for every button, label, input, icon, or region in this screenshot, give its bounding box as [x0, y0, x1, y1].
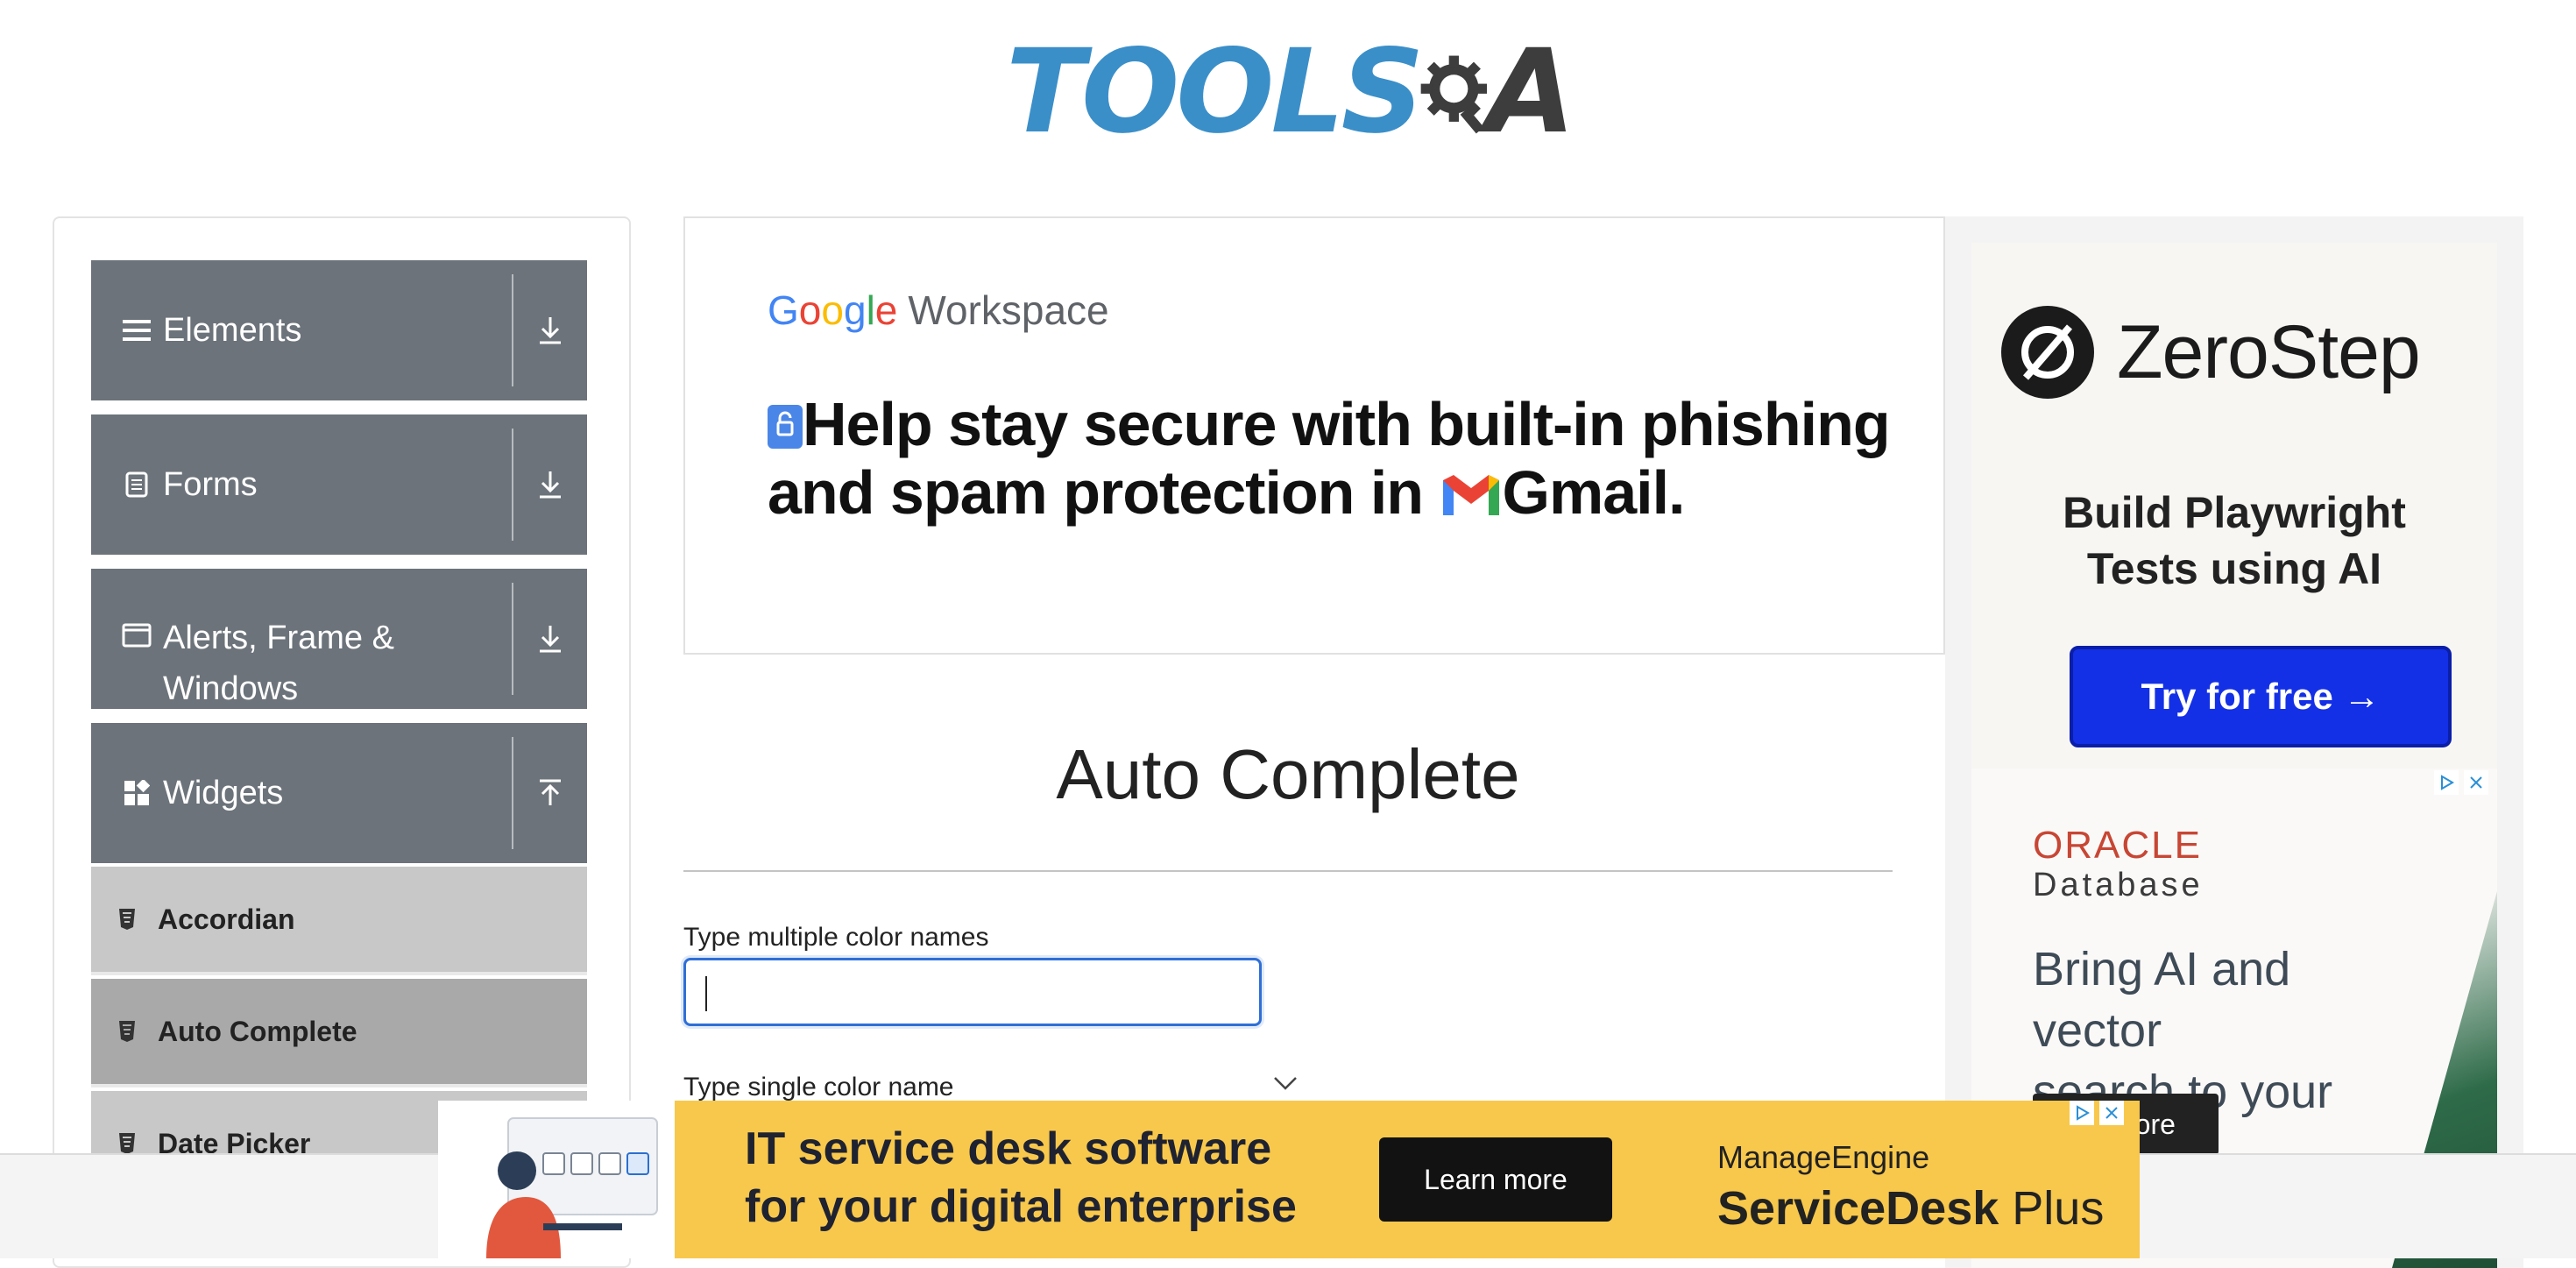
close-icon[interactable] [2099, 1101, 2124, 1125]
ad-headline-line2: and spam protection in [768, 458, 1440, 527]
ad-headline-gmail: Gmail. [1502, 458, 1686, 527]
sidebar-group-elements[interactable]: Elements [91, 260, 587, 400]
ad-headline: Help stay secure with built-in phishing … [768, 390, 1907, 527]
html5-icon [117, 908, 145, 931]
multi-color-label: Type multiple color names [683, 923, 989, 952]
sidebar-item-auto-complete[interactable]: Auto Complete [91, 979, 587, 1087]
try-for-free-button[interactable]: Try for free → [2070, 646, 2452, 747]
zerostep-tagline-line1: Build Playwright [2063, 488, 2406, 537]
servicedesk-product: ServiceDesk Plus [1717, 1181, 2104, 1236]
servicedesk-ad-line2: for your digital enterprise [745, 1181, 1297, 1232]
html5-icon [117, 1132, 145, 1155]
sidebar-group-label-line2: Windows [163, 670, 299, 707]
sidebar-group-label-line1: Alerts, Frame & [163, 620, 394, 656]
ad-headline-line1: Help stay secure with built-in phishing [803, 390, 1891, 458]
servicedesk-ad-line1: IT service desk software [745, 1123, 1272, 1174]
helpdesk-illustration [438, 1101, 675, 1258]
logo-text-a: A [1485, 25, 1575, 159]
download-arrow-icon[interactable] [513, 470, 587, 499]
sidebar-group-forms[interactable]: Forms [91, 414, 587, 555]
servicedesk-product-name: ServiceDesk [1717, 1182, 1999, 1235]
oracle-logo: ORACLE [2033, 824, 2202, 867]
text-caret [705, 976, 707, 1011]
logo-text-tools: TOOLS [1006, 25, 1425, 159]
oracle-product: Database [2033, 867, 2204, 903]
servicedesk-ad-text: IT service desk software for your digita… [745, 1120, 1297, 1236]
chevron-down-icon[interactable] [1272, 1074, 1299, 1092]
sidebar-group-widgets[interactable]: Widgets [91, 723, 587, 863]
sidebar-group-label: Elements [163, 312, 302, 349]
google-workspace-ad[interactable]: Google Workspace Help stay secure with b… [683, 216, 1945, 655]
servicedesk-product-suffix: Plus [1999, 1182, 2105, 1235]
zerostep-tagline-line2: Tests using AI [2086, 544, 2382, 593]
divider [683, 870, 1893, 872]
sidebar-item-label: Auto Complete [158, 1015, 357, 1047]
window-icon [119, 623, 154, 648]
lock-shield-icon [768, 405, 803, 449]
sidebar-item-label: Accordian [158, 903, 295, 935]
workspace-wordmark: Workspace [908, 287, 1109, 333]
manageengine-brand: ManageEngine [1717, 1139, 1930, 1175]
sidebar-group-alerts-frame-windows[interactable]: Alerts, Frame & Windows [91, 569, 587, 709]
gmail-icon [1442, 475, 1499, 515]
oracle-ad-text-line1: Bring AI and vector [2033, 943, 2291, 1057]
adchoices-icon[interactable] [2070, 1101, 2094, 1125]
ad-choices[interactable] [2434, 770, 2488, 795]
toolsqa-logo[interactable]: TOOLS A [1006, 26, 1575, 158]
zerostep-logo: ZeroStep [2001, 306, 2421, 399]
zerostep-ad[interactable]: ZeroStep Build Playwright Tests using AI… [1971, 243, 2497, 769]
document-icon [119, 471, 154, 498]
header: TOOLS A [0, 0, 2576, 175]
google-wordmark: Google [768, 287, 898, 333]
multi-color-input[interactable] [683, 958, 1262, 1026]
sidebar-group-label: Widgets [163, 775, 284, 811]
page-title: Auto Complete [1056, 735, 1520, 813]
sidebar-group-label: Alerts, Frame & Windows [154, 569, 512, 714]
learn-more-button[interactable]: Learn more [1379, 1137, 1612, 1222]
adchoices-icon[interactable] [2434, 770, 2459, 795]
servicedesk-ad[interactable]: IT service desk software for your digita… [438, 1101, 2140, 1258]
single-color-label: Type single color name [683, 1073, 954, 1102]
ad-choices[interactable] [2070, 1101, 2124, 1125]
hamburger-icon [119, 318, 154, 343]
zerostep-name: ZeroStep [2117, 309, 2421, 394]
upload-arrow-icon[interactable] [513, 778, 587, 808]
download-arrow-icon[interactable] [513, 315, 587, 345]
sidebar-group-label: Forms [163, 466, 258, 503]
widgets-icon [119, 780, 154, 806]
zerostep-logo-icon [2001, 306, 2094, 399]
download-arrow-icon[interactable] [513, 624, 587, 654]
sidebar-item-accordian[interactable]: Accordian [91, 867, 587, 975]
zerostep-tagline: Build Playwright Tests using AI [1971, 485, 2497, 597]
close-icon[interactable] [2464, 770, 2488, 795]
html5-icon [117, 1020, 145, 1043]
google-workspace-brand: Google Workspace [768, 287, 1109, 334]
